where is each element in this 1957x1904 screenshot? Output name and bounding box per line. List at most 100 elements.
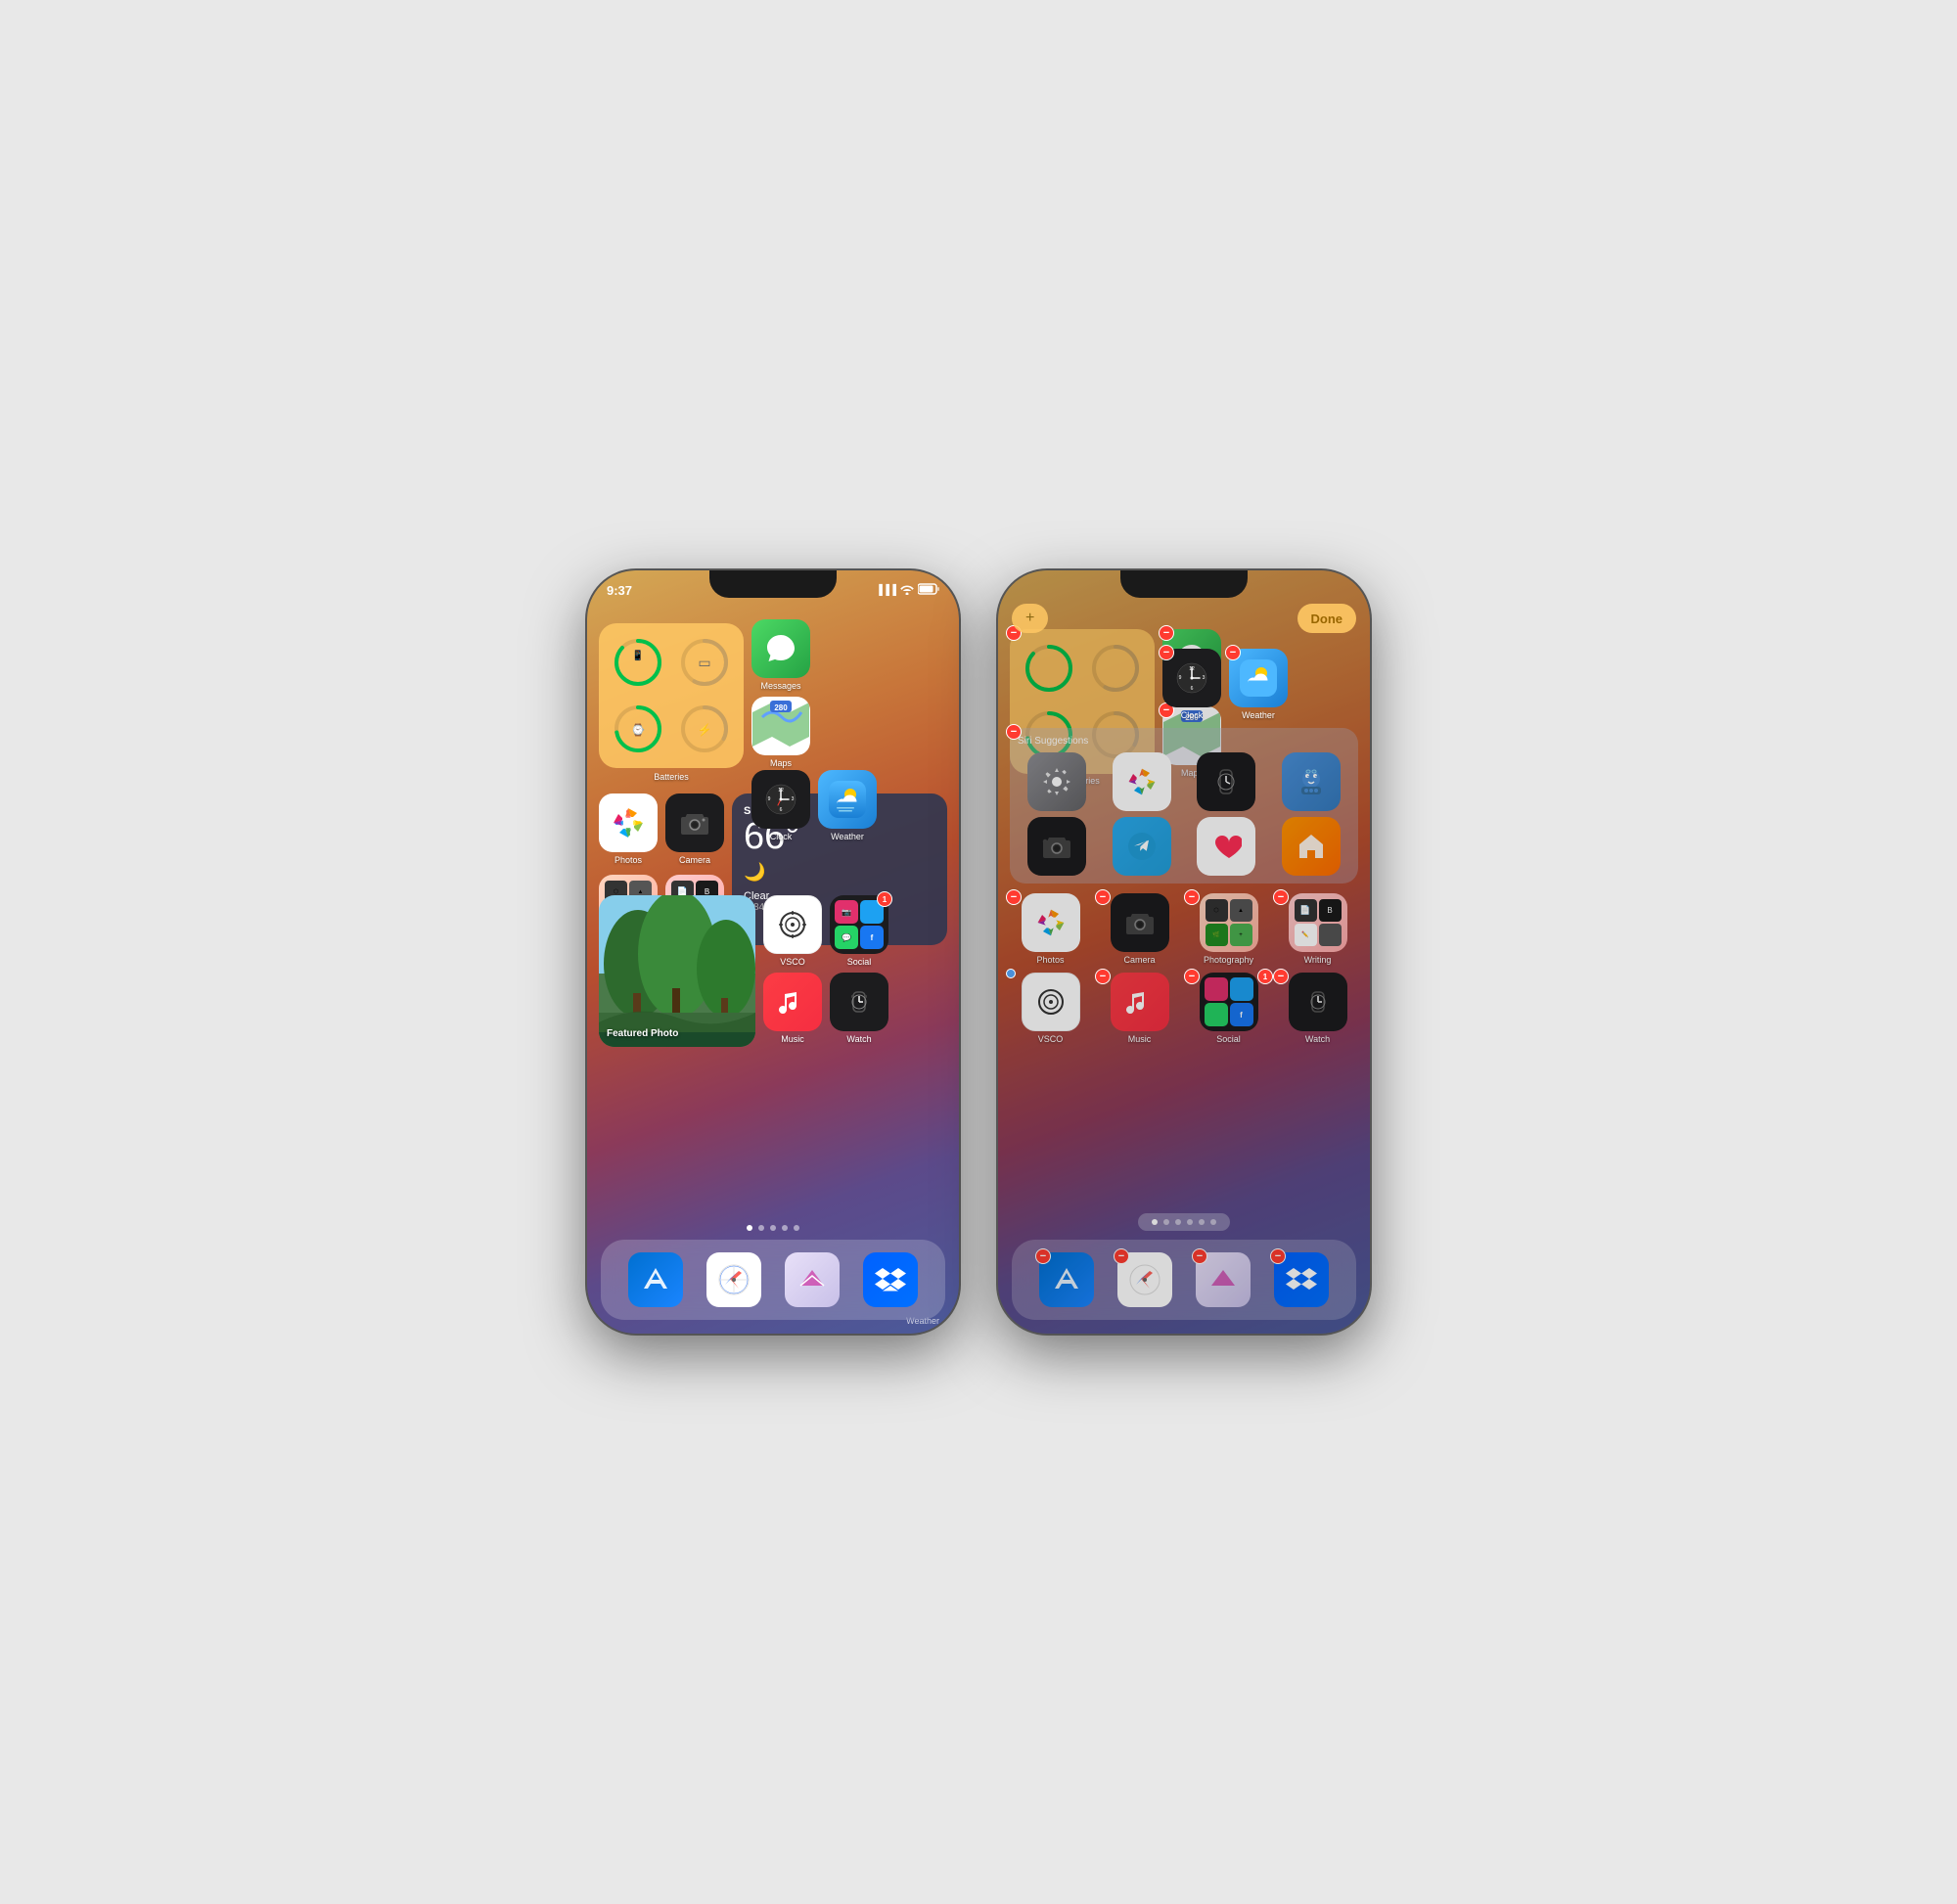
social-badge: 1 [877,891,892,907]
done-button[interactable]: Done [1297,604,1357,633]
watch-icon-r2 [1289,973,1347,1031]
app-camera-right[interactable]: − Camera [1099,893,1180,965]
weather-label2: Weather [831,832,864,841]
app-telegram-siri[interactable] [1103,817,1182,876]
delete-music[interactable]: − [1095,969,1111,984]
right-notch [1120,570,1248,598]
featured-photo-widget[interactable]: Featured Photo [599,895,755,1047]
watch-label: Watch [846,1034,871,1044]
svg-text:6: 6 [780,807,783,813]
app-home-siri[interactable] [1272,817,1351,876]
telegram-icon [1113,817,1171,876]
app-writing-right[interactable]: − 📄 B ✏️ Writing [1277,893,1358,965]
app-social-right[interactable]: − f 1 Social [1188,973,1269,1044]
app-vsco-right[interactable]: VSCO [1010,973,1091,1044]
apps-row-pcpw: − [1010,893,1358,965]
watchface-icon [1197,752,1255,811]
app-social[interactable]: 📷 💬 f 1 Social [830,895,888,967]
dock-dropbox[interactable] [863,1252,918,1307]
batteries-widget[interactable]: 📱 ▭ [599,623,744,768]
dot-r2 [1163,1219,1169,1225]
app-weather-right[interactable]: Weather [818,770,877,841]
dock-left [601,1240,945,1320]
app-clock[interactable]: 12 3 6 9 Clock [751,770,810,841]
svg-text:3: 3 [792,796,795,802]
dot-r6 [1210,1219,1216,1225]
app-vsco[interactable]: VSCO [763,895,822,967]
svg-text:6: 6 [1191,686,1194,692]
app-music[interactable]: Music [763,973,822,1044]
battery-watch: ⌚ [607,699,669,761]
app-settings-siri[interactable] [1018,752,1097,811]
wifi-icon [900,583,914,598]
app-health-siri[interactable] [1187,817,1266,876]
notch [709,570,837,598]
camera-icon [665,793,724,852]
dot-3 [770,1225,776,1231]
photos-icon [599,793,658,852]
maps-icon: 280 [751,697,810,755]
home-icon [1282,817,1341,876]
delete-writing[interactable]: − [1273,889,1289,905]
clock-label: Clock [770,832,793,841]
svg-text:9: 9 [768,796,771,802]
right-content: − [1010,629,1358,1044]
app-photos-right[interactable]: − [1010,893,1091,965]
dock-appstore[interactable] [628,1252,683,1307]
delete-dock-dropbox[interactable]: − [1270,1248,1286,1264]
watch-label-r2: Watch [1305,1034,1330,1044]
clock-label-right: Clock [1181,710,1204,720]
dot-r4 [1187,1219,1193,1225]
app-clock-right[interactable]: − 12 3 6 9 [1162,649,1221,720]
photos-icon-r2 [1022,893,1080,952]
dock-safari[interactable] [706,1252,761,1307]
battery-icon [918,583,939,598]
dock-spark[interactable] [785,1252,840,1307]
messages-icon [751,619,810,678]
app-photography-right[interactable]: − ⬡ ▲ 🌿 + Photography [1188,893,1269,965]
svg-text:280: 280 [774,703,788,712]
dock-appstore-right[interactable]: − [1039,1252,1094,1307]
siri-label: Siri Suggestions [1018,736,1350,747]
delete-dock-safari[interactable]: − [1114,1248,1129,1264]
photography-label-r2: Photography [1204,955,1253,965]
app-photos[interactable]: Photos [599,793,658,865]
delete-clock[interactable]: − [1159,645,1174,660]
delete-camera[interactable]: − [1095,889,1111,905]
social-badge-r2: 1 [1257,969,1273,984]
messages-label: Messages [760,681,800,691]
app-photos-siri[interactable] [1103,752,1182,811]
safari-icon [706,1252,761,1307]
delete-social[interactable]: − [1184,969,1200,984]
dot-5 [794,1225,799,1231]
delete-photos[interactable]: − [1006,889,1022,905]
featured-photo-label: Featured Photo [607,1028,678,1039]
delete-watch[interactable]: − [1273,969,1289,984]
app-maps[interactable]: 280 Maps [751,697,810,768]
weather-moon-icon: 🌙 [744,862,935,883]
dot-2 [758,1225,764,1231]
batteries-label: Batteries [599,772,744,782]
app-weather-edit[interactable]: − Weather [1229,649,1288,720]
app-watch[interactable]: Watch [830,973,888,1044]
app-tweetbot-siri[interactable] [1272,752,1351,811]
camera-label-r2: Camera [1123,955,1155,965]
delete-siri[interactable]: − [1006,724,1022,740]
delete-weather[interactable]: − [1225,645,1241,660]
app-watchface-siri[interactable] [1187,752,1266,811]
dock-spark-right[interactable]: − [1196,1252,1251,1307]
delete-photography[interactable]: − [1184,889,1200,905]
app-music-right[interactable]: − Music [1099,973,1180,1044]
dock-dropbox-right[interactable]: − [1274,1252,1329,1307]
delete-dock-appstore[interactable]: − [1035,1248,1051,1264]
add-button[interactable]: + [1012,604,1048,633]
social-label-r2: Social [1216,1034,1241,1044]
maps-label: Maps [770,758,792,768]
dock-safari-right[interactable]: − [1117,1252,1172,1307]
delete-dock-spark[interactable]: − [1192,1248,1207,1264]
dot-1 [747,1225,752,1231]
app-camera[interactable]: Camera [665,793,724,865]
app-messages[interactable]: Messages [751,619,810,691]
app-watch-right[interactable]: − Watch [1277,973,1358,1044]
app-camera-siri[interactable] [1018,817,1097,876]
